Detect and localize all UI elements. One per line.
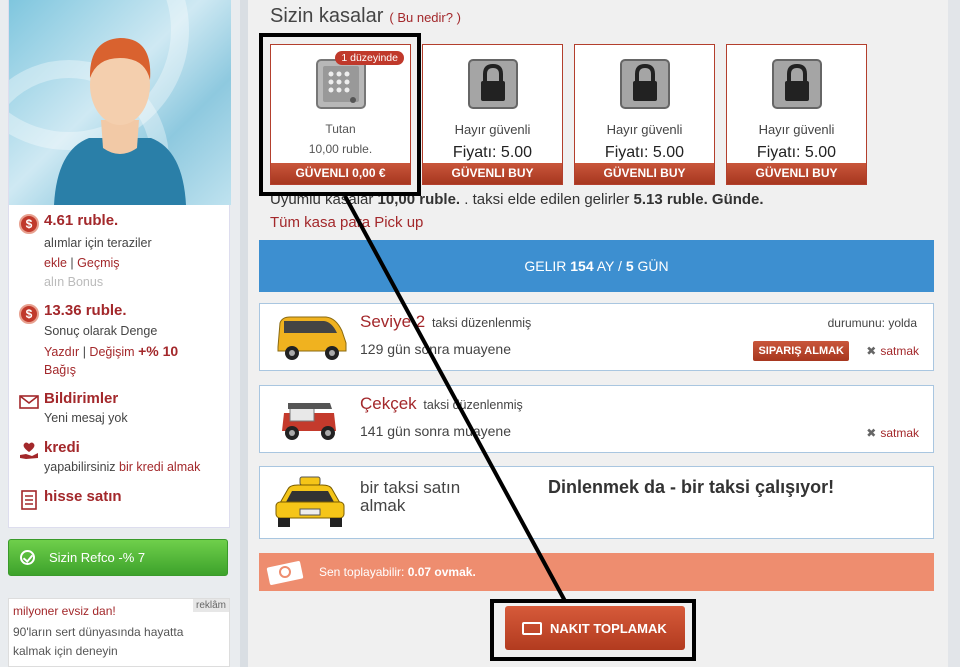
profile-panel: $ 4.61 ruble. alımlar için teraziler ekl… <box>8 0 231 528</box>
print-link[interactable]: Yazdır <box>44 345 79 359</box>
sidebar: $ 4.61 ruble. alımlar için teraziler ekl… <box>0 0 240 667</box>
buy-shares-title: hisse satın <box>44 488 122 505</box>
safe-label: Hayır güvenli <box>606 122 683 137</box>
money-icon <box>266 561 304 585</box>
envelope-icon <box>19 395 39 409</box>
lock-icon <box>468 59 518 109</box>
highlight-box-safe <box>259 33 421 196</box>
collectable-value: 0.07 ovmak. <box>407 565 476 579</box>
buy-safe-button[interactable]: GÜVENLI BUY <box>727 163 866 184</box>
taxi-name[interactable]: Çekçek <box>360 394 417 413</box>
sell-link[interactable]: ✖ satmak <box>866 344 919 358</box>
collectable-label: Sen toplayabilir: <box>319 565 405 579</box>
donation-link[interactable]: Bağış <box>44 363 76 377</box>
page-title: Sizin kasalar ( Bu nedir? ) <box>270 5 461 28</box>
notifications-desc: Yeni mesaj yok <box>44 411 128 425</box>
buy-safe-button[interactable]: GÜVENLI BUY <box>575 163 714 184</box>
safe-price: Fiyatı: 5.00 <box>604 144 685 161</box>
credit-title: kredi <box>44 439 80 456</box>
taxi-car-icon <box>275 476 345 527</box>
sell-label: satmak <box>880 344 919 358</box>
ad-body: 90'ların sert dünyasında hayatta kalmak … <box>13 625 184 658</box>
taxi-status: durumunu: yolda <box>827 316 917 330</box>
taxi-name[interactable]: Seviye 2 <box>360 312 425 331</box>
taxi-card-2: Çekçek taksi düzenlenmiş 141 gün sonra m… <box>259 385 934 453</box>
document-icon <box>21 490 37 510</box>
exchange-link[interactable]: Değişim <box>89 345 134 359</box>
balance-value: 4.61 ruble. <box>44 212 119 229</box>
ad-title: milyoner evsiz dan! <box>13 604 116 618</box>
highlight-box-collect <box>490 599 696 661</box>
credit-desc: yapabilirsiniz <box>44 460 116 474</box>
refco-button[interactable]: Sizin Refco -% 7 <box>8 539 228 576</box>
safe-card-3: Hayır güvenli Fiyatı: 5.00 GÜVENLI BUY <box>574 44 715 185</box>
gelir-day-unit: GÜN <box>637 258 669 274</box>
notifications-title: Bildirimler <box>44 390 119 407</box>
what-is-this-link[interactable]: ( Bu nedir? ) <box>389 10 461 25</box>
hand-heart-icon <box>20 442 38 459</box>
order-button[interactable]: SIPARIŞ ALMAK <box>753 341 849 361</box>
safe-label: Hayır güvenli <box>758 122 835 137</box>
close-icon: ✖ <box>866 344 877 358</box>
balance-block: $ 4.61 ruble. alımlar için teraziler ekl… <box>19 212 229 292</box>
credit-block: kredi yapabilirsiniz bir kredi almak <box>19 439 229 479</box>
sell-link[interactable]: ✖ satmak <box>866 426 919 440</box>
income-mid: . taksi elde edilen gelirler <box>464 191 630 208</box>
taxi-card-1: Seviye 2 taksi düzenlenmiş 129 gün sonra… <box>259 303 934 371</box>
minibus-icon <box>277 316 347 360</box>
take-credit-link[interactable]: bir kredi almak <box>119 460 200 474</box>
ad-banner[interactable]: reklâm milyoner evsiz dan! 90'ların sert… <box>8 598 230 667</box>
coin-icon: $ <box>19 214 39 234</box>
history-link[interactable]: Geçmiş <box>77 256 119 270</box>
sell-label: satmak <box>880 426 919 440</box>
gelir-months: 154 <box>570 258 594 274</box>
title-text: Sizin kasalar <box>270 5 384 27</box>
taxi-note: taksi düzenlenmiş <box>431 316 532 330</box>
inspection-countdown: 141 gün sonra muayene <box>360 423 511 439</box>
income-period-bar: GELIR 154 AY / 5 GÜN <box>259 240 934 292</box>
payout-desc: Sonuç olarak Denge <box>44 324 158 338</box>
collectable-bar: Sen toplayabilir: 0.07 ovmak. <box>259 553 934 591</box>
separator: | <box>70 256 74 270</box>
taxi-note: taksi düzenlenmiş <box>423 398 523 412</box>
refco-label: Sizin Refco -% 7 <box>49 550 146 565</box>
rest-message: Dinlenmek da - bir taksi çalışıyor! <box>548 477 835 497</box>
safe-label: Hayır güvenli <box>454 122 531 137</box>
bonus-link[interactable]: alın Bonus <box>44 275 103 289</box>
rickshaw-icon <box>282 403 336 440</box>
lock-icon <box>772 59 822 109</box>
coin-icon: $ <box>19 304 39 324</box>
income-daily: 5.13 ruble. Günde. <box>633 191 764 208</box>
safe-price: Fiyatı: 5.00 <box>756 144 837 161</box>
page-edge <box>948 0 960 667</box>
safe-price: Fiyatı: 5.00 <box>452 144 533 161</box>
bonus-percent: +% 10 <box>138 343 179 359</box>
gelir-label: GELIR <box>524 258 567 274</box>
avatar[interactable] <box>9 0 231 205</box>
buy-taxi-link[interactable]: bir taksi satın almak <box>360 479 480 515</box>
payout-value: 13.36 ruble. <box>44 302 127 319</box>
inspection-countdown: 129 gün sonra muayene <box>360 341 511 357</box>
pickup-all-link[interactable]: Tüm kasa para Pick up <box>270 214 423 231</box>
separator: | <box>82 345 86 359</box>
check-circle-icon <box>20 550 35 565</box>
safe-card-4: Hayır güvenli Fiyatı: 5.00 GÜVENLI BUY <box>726 44 867 185</box>
payout-block: $ 13.36 ruble. Sonuç olarak Denge Yazdır… <box>19 302 229 382</box>
ad-tag: reklâm <box>192 599 229 612</box>
balance-desc: alımlar için teraziler <box>44 236 152 250</box>
add-balance-link[interactable]: ekle <box>44 256 67 270</box>
shares-block[interactable]: hisse satın <box>19 488 229 510</box>
buy-taxi-card[interactable]: bir taksi satın almak Dinlenmek da - bir… <box>259 466 934 539</box>
gelir-month-unit: AY / <box>596 258 622 274</box>
gelir-days: 5 <box>625 258 634 274</box>
close-icon: ✖ <box>866 426 877 440</box>
lock-icon <box>620 59 670 109</box>
buy-safe-button[interactable]: GÜVENLI BUY <box>423 163 562 184</box>
safe-card-2: Hayır güvenli Fiyatı: 5.00 GÜVENLI BUY <box>422 44 563 185</box>
notifications-block[interactable]: Bildirimler Yeni mesaj yok <box>19 390 229 430</box>
